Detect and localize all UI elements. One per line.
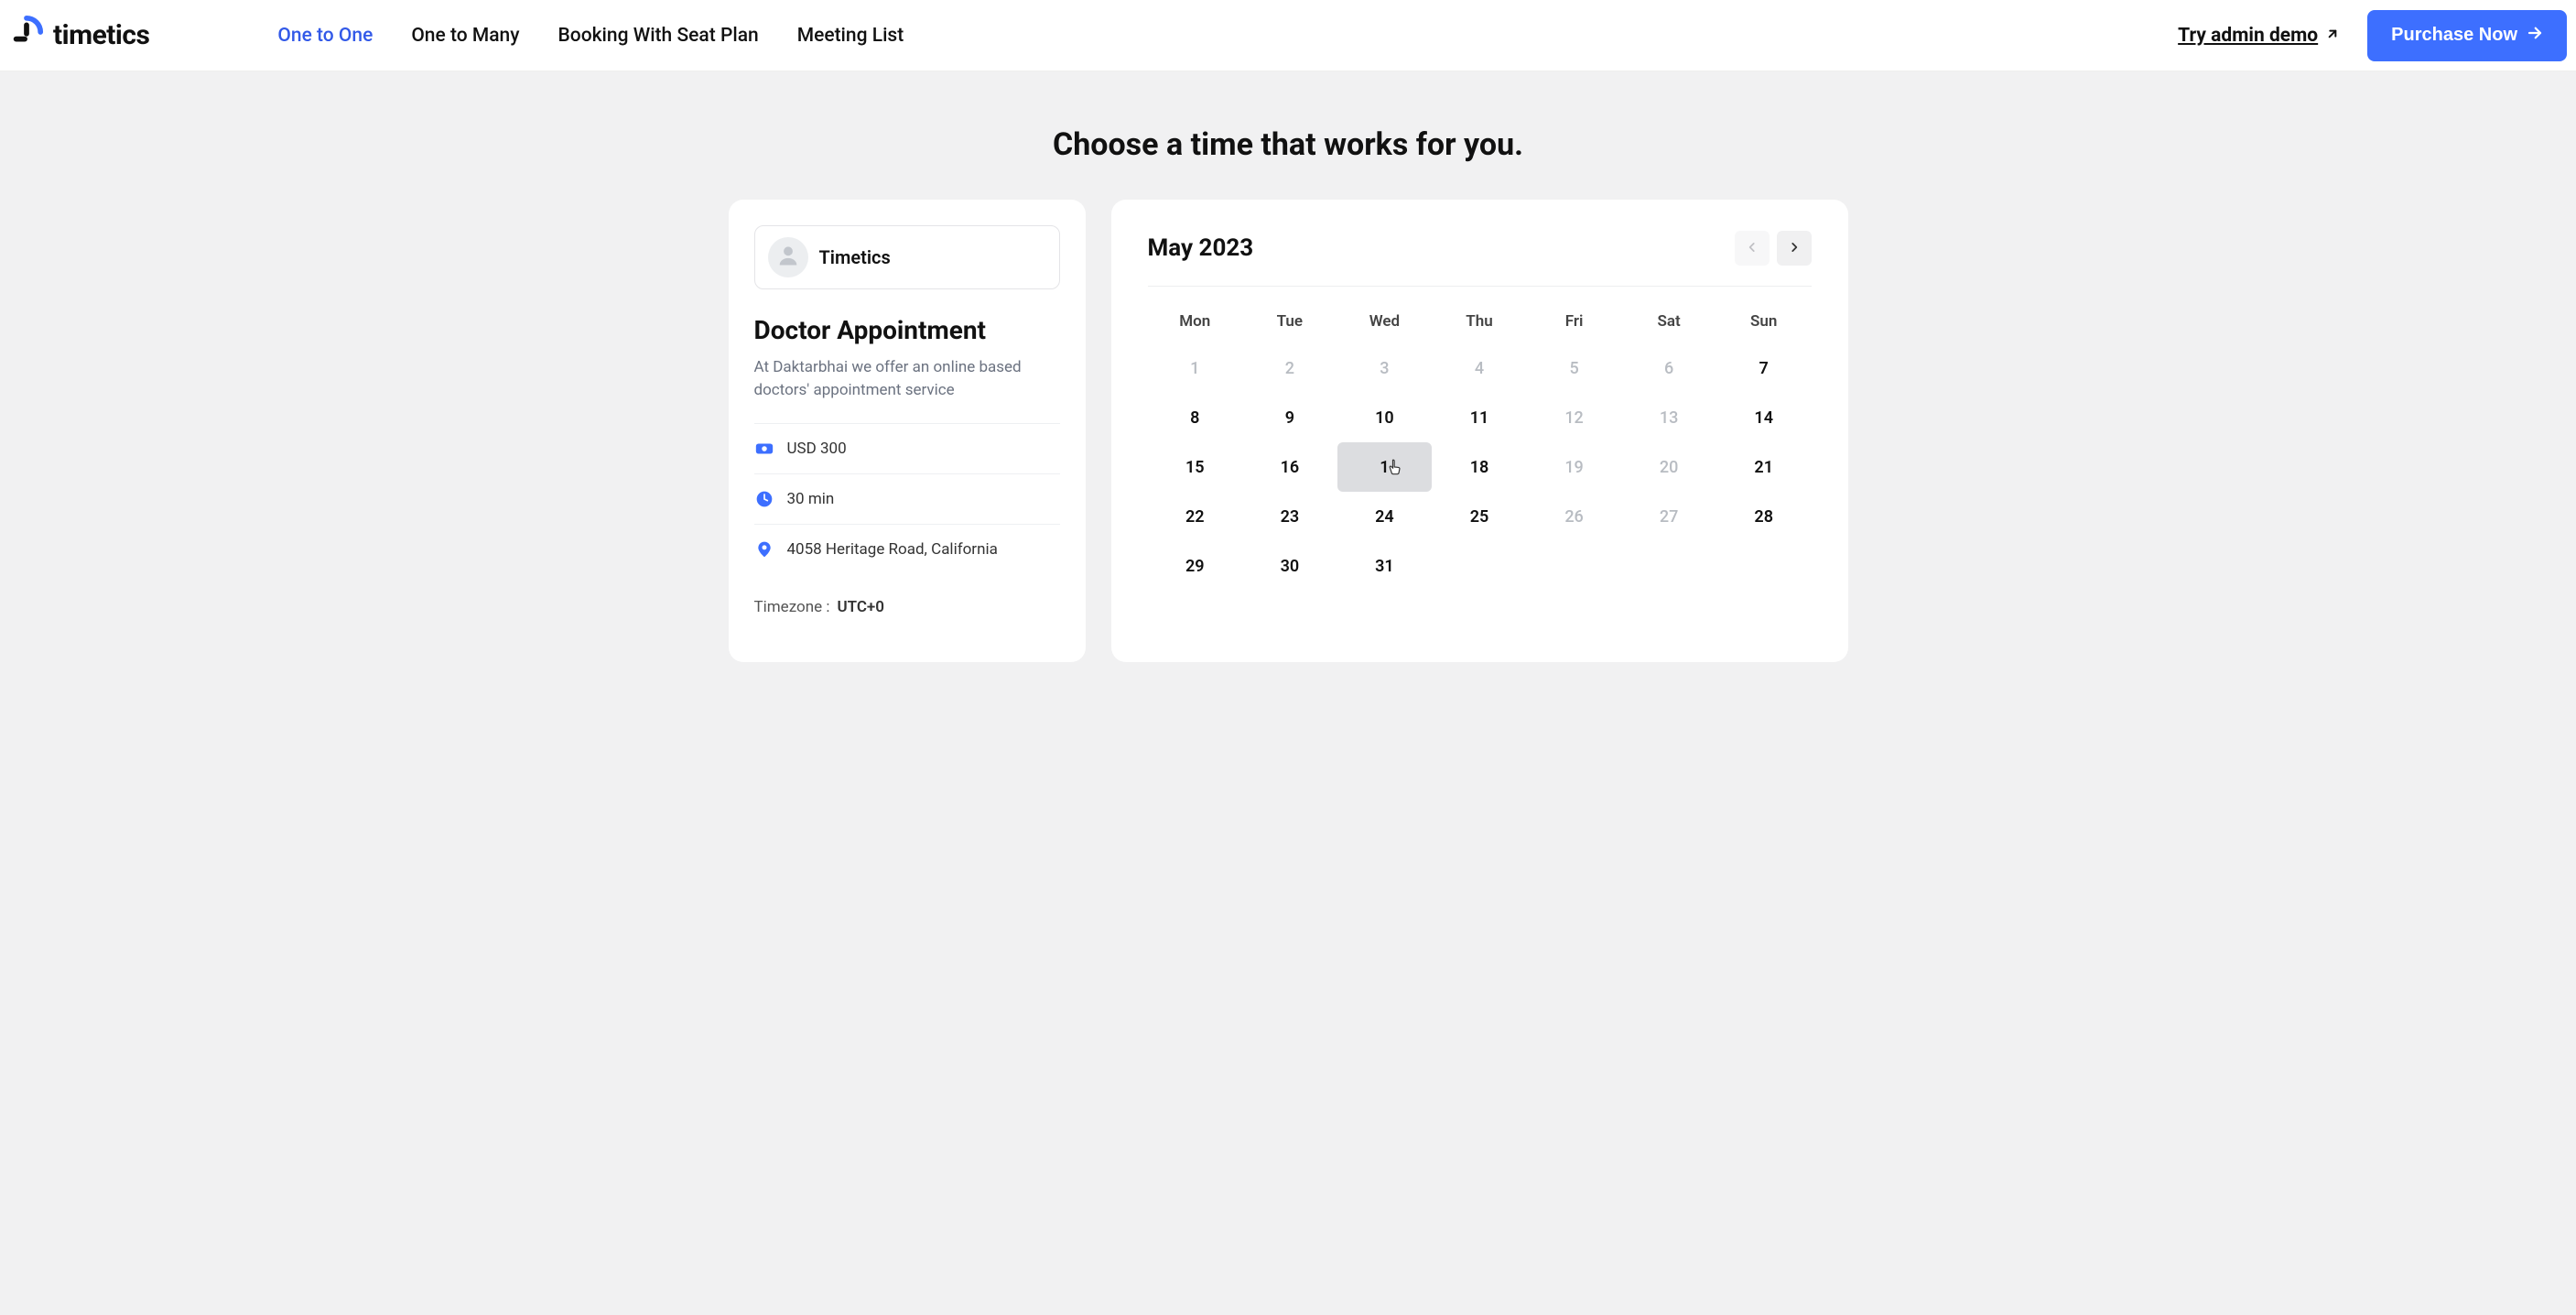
calendar-day[interactable]: 24 xyxy=(1337,492,1433,541)
meeting-meta-list: USD 300 30 min 4058 Heritage Road, Calif… xyxy=(754,423,1060,574)
calendar-dow: Tue xyxy=(1242,299,1337,343)
calendar-day[interactable]: 22 xyxy=(1148,492,1243,541)
purchase-label: Purchase Now xyxy=(2391,25,2517,46)
meeting-description: At Daktarbhai we offer an online based d… xyxy=(754,356,1060,401)
top-nav: timetics One to One One to Many Booking … xyxy=(0,0,2576,71)
calendar-day[interactable]: 9 xyxy=(1242,393,1337,442)
calendar-day: 4 xyxy=(1432,343,1527,393)
calendar-day: 19 xyxy=(1527,442,1622,492)
calendar-day[interactable]: 7 xyxy=(1716,343,1812,393)
calendar-day[interactable]: 14 xyxy=(1716,393,1812,442)
nav-right: Try admin demo Purchase Now xyxy=(2178,10,2567,61)
calendar-day: 1 xyxy=(1148,343,1243,393)
meta-price: USD 300 xyxy=(754,424,1060,474)
calendar-day[interactable]: 18 xyxy=(1432,442,1527,492)
price-value: USD 300 xyxy=(787,440,847,458)
calendar-dow: Sun xyxy=(1716,299,1812,343)
purchase-now-button[interactable]: Purchase Now xyxy=(2367,10,2567,61)
calendar-day[interactable]: 29 xyxy=(1148,541,1243,591)
calendar-day: 20 xyxy=(1621,442,1716,492)
calendar-dow: Thu xyxy=(1432,299,1527,343)
calendar-day: 6 xyxy=(1621,343,1716,393)
nav-one-to-one[interactable]: One to One xyxy=(277,25,373,47)
calendar-day: 12 xyxy=(1527,393,1622,442)
nav-meeting-list[interactable]: Meeting List xyxy=(797,25,904,47)
timezone-label: Timezone : xyxy=(754,598,830,616)
calendar-grid: MonTueWedThuFriSatSun1234567891011121314… xyxy=(1148,299,1812,591)
calendar-card: May 2023 MonTueWedThuFriSatSun1234567891… xyxy=(1111,200,1848,662)
calendar-day[interactable]: 23 xyxy=(1242,492,1337,541)
calendar-day: 5 xyxy=(1527,343,1622,393)
calendar-next-button[interactable] xyxy=(1777,231,1812,266)
brand-logo[interactable]: timetics xyxy=(9,15,149,57)
calendar-nav xyxy=(1735,231,1812,266)
meta-location: 4058 Heritage Road, California xyxy=(754,525,1060,574)
calendar-day: 2 xyxy=(1242,343,1337,393)
avatar xyxy=(768,237,808,277)
calendar-dow: Sat xyxy=(1621,299,1716,343)
calendar-day[interactable]: 31 xyxy=(1337,541,1433,591)
calendar-day[interactable]: 11 xyxy=(1432,393,1527,442)
calendar-day[interactable]: 15 xyxy=(1148,442,1243,492)
calendar-day: 27 xyxy=(1621,492,1716,541)
timezone-value: UTC+0 xyxy=(837,598,884,616)
chevron-right-icon xyxy=(1788,241,1801,256)
calendar-day[interactable]: 28 xyxy=(1716,492,1812,541)
price-icon xyxy=(754,439,774,459)
calendar-dow: Wed xyxy=(1337,299,1433,343)
try-admin-label: Try admin demo xyxy=(2178,25,2318,47)
host-box: Timetics xyxy=(754,225,1060,289)
calendar-day: 3 xyxy=(1337,343,1433,393)
clock-icon xyxy=(754,489,774,509)
host-name: Timetics xyxy=(819,246,891,268)
duration-value: 30 min xyxy=(787,490,835,508)
brand-mark-icon xyxy=(9,15,44,57)
calendar-day[interactable]: 10 xyxy=(1337,393,1433,442)
calendar-month-label: May 2023 xyxy=(1148,234,1254,262)
user-icon xyxy=(775,243,801,272)
external-arrow-icon xyxy=(2325,25,2340,47)
timezone-row: Timezone : UTC+0 xyxy=(754,598,1060,616)
calendar-prev-button[interactable] xyxy=(1735,231,1770,266)
calendar-day[interactable]: 1 xyxy=(1337,442,1433,492)
calendar-header: May 2023 xyxy=(1148,231,1812,287)
calendar-dow: Mon xyxy=(1148,299,1243,343)
page-title: Choose a time that works for you. xyxy=(0,126,2576,163)
calendar-day[interactable]: 21 xyxy=(1716,442,1812,492)
meta-duration: 30 min xyxy=(754,474,1060,525)
meeting-card: Timetics Doctor Appointment At Daktarbha… xyxy=(729,200,1086,662)
nav-one-to-many[interactable]: One to Many xyxy=(411,25,519,47)
calendar-day[interactable]: 30 xyxy=(1242,541,1337,591)
location-value: 4058 Heritage Road, California xyxy=(787,540,998,559)
meeting-title: Doctor Appointment xyxy=(754,315,1060,345)
calendar-dow: Fri xyxy=(1527,299,1622,343)
location-pin-icon xyxy=(754,539,774,560)
calendar-day[interactable]: 16 xyxy=(1242,442,1337,492)
chevron-left-icon xyxy=(1746,241,1759,256)
calendar-day: 26 xyxy=(1527,492,1622,541)
brand-name: timetics xyxy=(53,19,149,51)
content-wrap: Timetics Doctor Appointment At Daktarbha… xyxy=(0,200,2576,717)
calendar-day[interactable]: 25 xyxy=(1432,492,1527,541)
calendar-day[interactable]: 8 xyxy=(1148,393,1243,442)
arrow-right-icon xyxy=(2527,25,2543,47)
calendar-day: 13 xyxy=(1621,393,1716,442)
try-admin-demo-link[interactable]: Try admin demo xyxy=(2178,25,2340,47)
main-nav: One to One One to Many Booking With Seat… xyxy=(277,25,904,47)
nav-booking-seat-plan[interactable]: Booking With Seat Plan xyxy=(558,25,759,47)
